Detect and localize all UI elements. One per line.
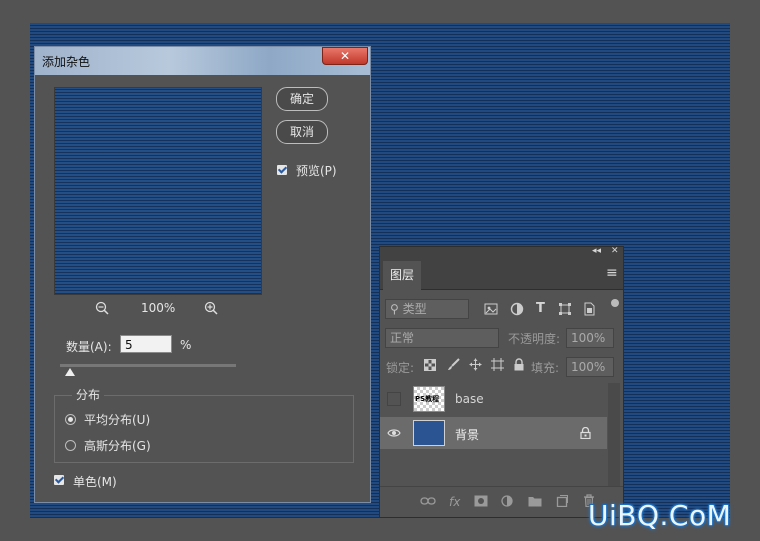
group-folder-icon[interactable]: [528, 495, 542, 507]
panel-footer: fx: [380, 486, 623, 517]
link-layers-icon[interactable]: [420, 496, 436, 506]
panel-tabbar: 图层 ≡: [380, 259, 623, 290]
dialog-body: 确定 取消 预览(P) 100% 数量(A): 5 % 分布 平均分布(U) 高…: [38, 75, 367, 499]
layer-filter-select[interactable]: ⚲ 类型: [385, 299, 469, 319]
distribution-title: 分布: [72, 386, 105, 403]
layers-panel: ◂◂ ✕ 图层 ≡ ⚲ 类型 T 正常 不透明度: 100% 锁定: 填充: 1…: [379, 246, 624, 518]
thumbnail-text: PS教程: [415, 395, 440, 403]
amount-slider-track[interactable]: [60, 364, 236, 367]
layer-thumbnail: [413, 420, 445, 446]
uniform-label: 平均分布(U): [84, 413, 151, 427]
layer-row-background[interactable]: 背景: [380, 417, 607, 449]
opacity-input[interactable]: 100%: [566, 328, 614, 348]
layer-list-scrollbar[interactable]: [608, 383, 620, 489]
opacity-label: 不透明度:: [508, 332, 561, 346]
adjustment-layer-icon[interactable]: [501, 495, 513, 507]
fill-input[interactable]: 100%: [566, 357, 614, 377]
preview-label: 预览(P): [296, 164, 337, 178]
preview-checkbox[interactable]: [277, 165, 287, 175]
amount-slider-handle[interactable]: [65, 368, 75, 376]
ok-button[interactable]: 确定: [276, 87, 328, 111]
lock-pixels-icon[interactable]: [447, 358, 460, 371]
new-layer-icon[interactable]: [556, 495, 568, 507]
filter-preview[interactable]: [54, 87, 262, 295]
fx-icon[interactable]: fx: [449, 495, 460, 509]
lock-artboard-icon[interactable]: [491, 358, 504, 371]
amount-label: 数量(A):: [66, 340, 112, 354]
add-noise-dialog: 添加杂色 ✕ 确定 取消 预览(P) 100% 数量(A): 5 % 分布 平均…: [34, 46, 371, 503]
layer-list: PS教程 base 背景: [380, 383, 623, 489]
eye-icon[interactable]: [387, 427, 401, 439]
gaussian-label: 高斯分布(G): [84, 439, 151, 453]
dialog-title: 添加杂色: [42, 55, 91, 69]
smart-object-filter-icon[interactable]: [582, 302, 596, 316]
close-button[interactable]: ✕: [322, 47, 368, 65]
layer-name[interactable]: base: [455, 392, 484, 406]
type-filter-icon[interactable]: T: [536, 301, 545, 316]
zoom-out-icon[interactable]: [95, 301, 109, 315]
amount-input[interactable]: 5: [120, 335, 172, 353]
pixel-filter-icon[interactable]: [484, 302, 498, 316]
panel-menu-icon[interactable]: ≡: [606, 265, 618, 281]
fill-label: 填充:: [531, 361, 560, 375]
lock-icon: [580, 427, 591, 439]
visibility-toggle[interactable]: [387, 392, 401, 406]
lock-position-icon[interactable]: [469, 358, 482, 371]
panel-header: ◂◂ ✕: [380, 246, 623, 259]
site-watermark: UiBQ.CoM: [588, 499, 732, 532]
tab-layers[interactable]: 图层: [383, 261, 421, 290]
uniform-radio[interactable]: [65, 414, 76, 425]
zoom-in-icon[interactable]: [204, 301, 218, 315]
layer-row-base[interactable]: PS教程 base: [380, 383, 607, 415]
cancel-button[interactable]: 取消: [276, 120, 328, 144]
filter-toggle-icon[interactable]: [610, 298, 620, 308]
monochrome-checkbox[interactable]: [54, 475, 64, 485]
adjustment-filter-icon[interactable]: [510, 302, 524, 316]
blend-mode-select[interactable]: 正常: [385, 328, 499, 348]
dialog-titlebar[interactable]: 添加杂色 ✕: [35, 47, 370, 75]
shape-filter-icon[interactable]: [558, 302, 572, 316]
lock-all-icon[interactable]: [513, 358, 525, 371]
layer-thumbnail: PS教程: [413, 386, 445, 412]
panel-close-icon[interactable]: ✕: [611, 246, 619, 256]
search-icon: ⚲: [390, 302, 399, 316]
lock-label: 锁定:: [386, 361, 415, 375]
collapse-icon[interactable]: ◂◂: [592, 246, 601, 256]
monochrome-label: 单色(M): [73, 475, 117, 489]
amount-unit: %: [180, 338, 192, 352]
filter-label: 类型: [402, 302, 427, 316]
zoom-level: 100%: [141, 301, 176, 315]
lock-transparent-icon[interactable]: [424, 359, 436, 371]
gaussian-radio[interactable]: [65, 440, 76, 451]
layer-name[interactable]: 背景: [455, 426, 479, 443]
add-mask-icon[interactable]: [474, 495, 488, 507]
